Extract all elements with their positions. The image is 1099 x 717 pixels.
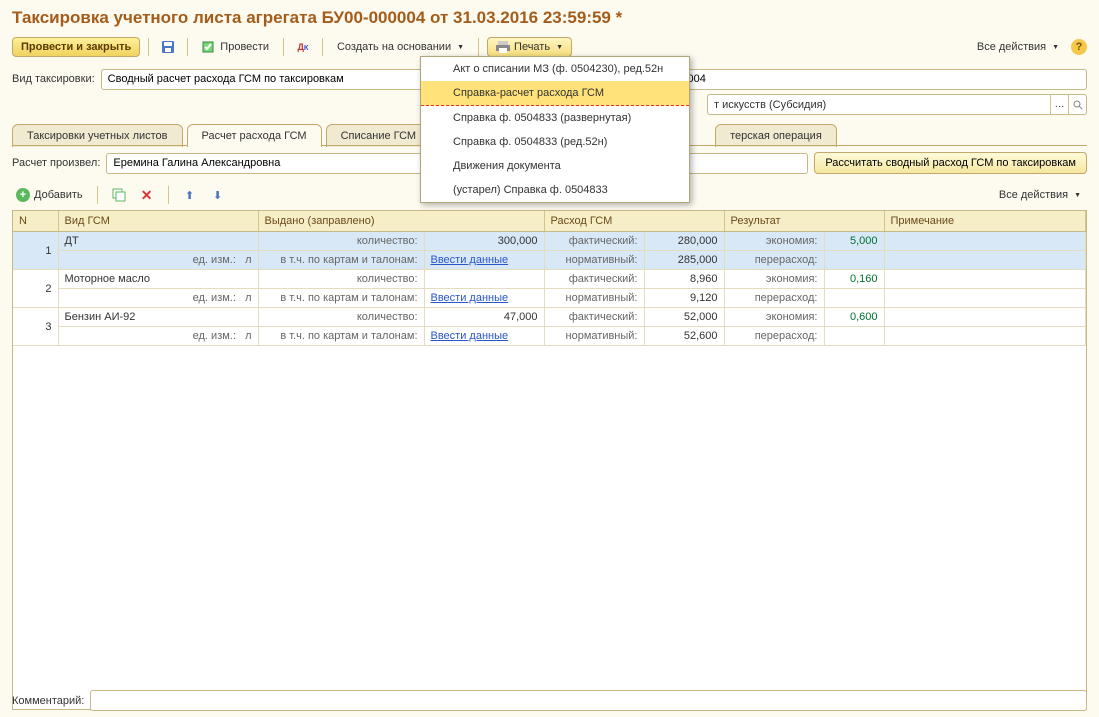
chevron-down-icon: ▼	[457, 44, 464, 51]
help-icon[interactable]: ?	[1071, 39, 1087, 55]
plus-icon: +	[16, 188, 30, 202]
enter-data-link[interactable]: Ввести данные	[431, 254, 509, 266]
all-actions-button[interactable]: Все действия ▼	[971, 38, 1065, 56]
menu-act-writeoff[interactable]: Акт о списании МЗ (ф. 0504230), ред.52н	[421, 57, 689, 81]
post-button[interactable]: Провести	[196, 37, 275, 57]
post-icon	[202, 40, 216, 54]
enter-data-link[interactable]: Ввести данные	[431, 292, 509, 304]
move-up-icon[interactable]: ⬆	[179, 184, 201, 206]
chevron-down-icon: ▼	[1074, 192, 1081, 199]
chevron-down-icon: ▼	[1052, 44, 1059, 51]
col-result[interactable]: Результат	[724, 211, 884, 232]
table-row[interactable]: 1ДТколичество:300,000фактический:280,000…	[13, 232, 1086, 251]
calc-by-label: Расчет произвел:	[12, 157, 100, 169]
search-icon[interactable]	[1068, 95, 1086, 114]
tab-writeoff[interactable]: Списание ГСМ	[326, 124, 432, 147]
page-title: Таксировка учетного листа агрегата БУ00-…	[0, 0, 1099, 34]
menu-deprecated[interactable]: (устарел) Справка ф. 0504833	[421, 178, 689, 202]
org-fragment: т искусств (Субсидия)	[708, 99, 832, 111]
dk-icon[interactable]: ДК	[292, 36, 314, 58]
printer-icon	[496, 41, 510, 53]
table-all-actions-button[interactable]: Все действия ▼	[993, 186, 1087, 204]
tab-taxing-lists[interactable]: Таксировки учетных листов	[12, 124, 183, 147]
table-row[interactable]: 2Моторное маслоколичество:фактический:8,…	[13, 270, 1086, 289]
taxing-type-label: Вид таксировки:	[12, 73, 95, 85]
post-and-close-button[interactable]: Провести и закрыть	[12, 37, 140, 57]
chevron-down-icon: ▼	[556, 44, 563, 51]
menu-fuel-report[interactable]: Справка-расчет расхода ГСМ	[421, 81, 689, 106]
col-fuel[interactable]: Вид ГСМ	[58, 211, 258, 232]
copy-icon[interactable]	[108, 184, 130, 206]
tab-fuel-calc[interactable]: Расчет расхода ГСМ	[187, 124, 322, 147]
comment-label: Комментарий:	[12, 695, 84, 707]
col-n[interactable]: N	[13, 211, 58, 232]
menu-movements[interactable]: Движения документа	[421, 154, 689, 178]
col-issued[interactable]: Выдано (заправлено)	[258, 211, 544, 232]
col-consumption[interactable]: Расход ГСМ	[544, 211, 724, 232]
tab-operation[interactable]: терская операция	[715, 124, 837, 147]
calculate-button[interactable]: Рассчитать сводный расход ГСМ по таксиро…	[814, 152, 1087, 174]
save-icon[interactable]	[157, 36, 179, 58]
col-note[interactable]: Примечание	[884, 211, 1086, 232]
ellipsis-icon[interactable]: …	[1050, 95, 1068, 114]
delete-icon[interactable]: ✕	[136, 184, 158, 206]
move-down-icon[interactable]: ⬇	[207, 184, 229, 206]
fuel-table: N Вид ГСМ Выдано (заправлено) Расход ГСМ…	[12, 210, 1087, 710]
comment-input[interactable]	[90, 690, 1087, 711]
print-menu: Акт о списании МЗ (ф. 0504230), ред.52н …	[420, 56, 690, 203]
print-button[interactable]: Печать ▼	[487, 37, 572, 57]
create-based-button[interactable]: Создать на основании ▼	[331, 38, 470, 56]
enter-data-link[interactable]: Ввести данные	[431, 330, 509, 342]
add-button[interactable]: + Добавить	[12, 186, 87, 204]
menu-ref-52n[interactable]: Справка ф. 0504833 (ред.52н)	[421, 130, 689, 154]
table-subrow[interactable]: ед. изм.: лв т.ч. по картам и талонам:Вв…	[13, 327, 1086, 346]
table-subrow[interactable]: ед. изм.: лв т.ч. по картам и талонам:Вв…	[13, 289, 1086, 308]
menu-ref-expanded[interactable]: Справка ф. 0504833 (развернутая)	[421, 106, 689, 130]
number-input[interactable]	[632, 69, 1087, 90]
table-subrow[interactable]: ед. изм.: лв т.ч. по картам и талонам:Вв…	[13, 251, 1086, 270]
table-row[interactable]: 3Бензин АИ-92количество:47,000фактически…	[13, 308, 1086, 327]
